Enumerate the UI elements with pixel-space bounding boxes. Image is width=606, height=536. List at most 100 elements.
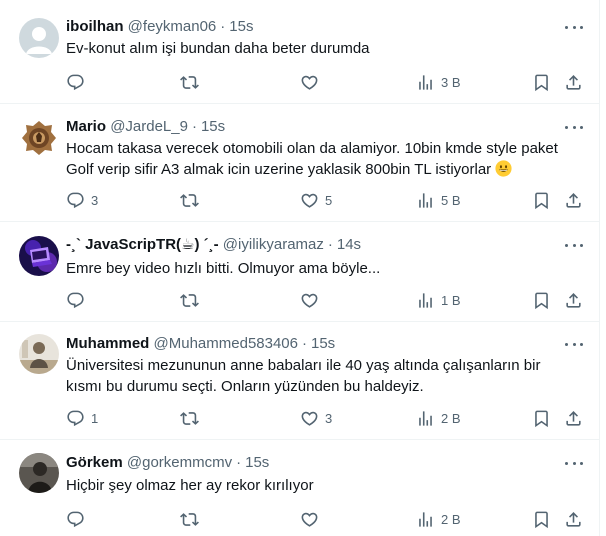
bookmark-icon <box>535 192 548 209</box>
tweet-actions: 1 3 2 B <box>66 406 586 430</box>
share-button[interactable] <box>564 70 583 94</box>
views-button[interactable]: 2 B <box>416 406 461 430</box>
more-options-button[interactable] <box>565 453 583 473</box>
reply-button[interactable]: 3 <box>66 188 98 212</box>
display-name[interactable]: -¸` JavaScripTR(☕) ´¸- <box>66 236 219 253</box>
avatar[interactable] <box>19 236 59 276</box>
retweet-button[interactable] <box>180 188 205 212</box>
tweet[interactable]: Görkem @gorkemmcmv · 15s Hiçbir şey olmaz … <box>0 440 600 536</box>
more-options-button[interactable] <box>565 334 583 354</box>
retweet-button[interactable] <box>180 70 205 94</box>
tweet-text-line: Hocam takasa verecek otomobili olan da a… <box>66 140 558 157</box>
reply-button[interactable] <box>66 70 91 94</box>
avatar[interactable] <box>19 453 59 493</box>
tweet-feed: iboilhan @feykman06 · 15s Ev-konut alım iş… <box>0 0 600 536</box>
dark-photo-avatar-icon <box>19 453 59 493</box>
views-button[interactable]: 3 B <box>416 70 461 94</box>
share-icon <box>566 410 581 426</box>
bookmark-button[interactable] <box>532 188 551 212</box>
tweet-text-line-content: Golf verip sifir A3 almak icin uzerine y… <box>66 161 492 178</box>
like-button[interactable] <box>300 288 325 312</box>
display-name[interactable]: iboilhan <box>66 18 124 35</box>
share-button[interactable] <box>564 507 583 531</box>
tweet-header: iboilhan @feykman06 · 15s <box>66 17 560 37</box>
user-handle[interactable]: @feykman06 <box>128 18 217 35</box>
tweet-header: Mario @JardeL_9 · 15s <box>66 117 560 137</box>
retweet-button[interactable] <box>180 507 205 531</box>
retweet-icon <box>180 411 199 425</box>
timestamp[interactable]: 15s <box>311 335 335 352</box>
bookmark-button[interactable] <box>532 70 551 94</box>
display-name[interactable]: Görkem <box>66 454 123 471</box>
avatar[interactable] <box>19 18 59 58</box>
views-button[interactable]: 1 B <box>416 288 461 312</box>
display-name[interactable]: Muhammed <box>66 335 149 352</box>
reply-button[interactable] <box>66 507 91 531</box>
views-count: 2 B <box>441 511 461 527</box>
more-dot-icon <box>565 342 568 346</box>
more-options-button[interactable] <box>565 117 583 137</box>
separator-dot: · <box>302 335 307 352</box>
tweet[interactable]: Mario @JardeL_9 · 15s Hocam takasa verecek… <box>0 104 600 222</box>
reply-button[interactable]: 1 <box>66 406 98 430</box>
more-dot-icon <box>565 125 568 129</box>
reply-icon <box>67 292 84 308</box>
more-options-button[interactable] <box>565 235 583 255</box>
more-dot-icon <box>565 25 568 29</box>
share-button[interactable] <box>564 288 583 312</box>
tweet-text: Ev-konut alım işi bundan daha beter duru… <box>66 38 576 59</box>
user-handle[interactable]: @JardeL_9 <box>110 118 188 135</box>
heart-icon <box>301 75 318 90</box>
retweet-button[interactable] <box>180 406 205 430</box>
retweet-button[interactable] <box>180 288 205 312</box>
more-dot-icon <box>572 125 576 129</box>
tweet-actions: 3 B <box>66 70 586 94</box>
avatar[interactable] <box>19 334 59 374</box>
display-name[interactable]: Mario <box>66 118 106 135</box>
tweet[interactable]: Muhammed @Muhammed583406 · 15s Üniversites… <box>0 322 600 440</box>
bookmark-button[interactable] <box>532 288 551 312</box>
like-button[interactable] <box>300 70 325 94</box>
share-button[interactable] <box>564 188 583 212</box>
timestamp[interactable]: 14s <box>337 236 361 253</box>
reply-icon <box>67 410 84 426</box>
share-button[interactable] <box>564 406 583 430</box>
reply-icon <box>67 192 84 208</box>
reply-button[interactable] <box>66 288 91 312</box>
tweet-actions: 3 5 5 B <box>66 188 586 212</box>
user-handle[interactable]: @Muhammed583406 <box>154 335 298 352</box>
tweet-text-line: Ev-konut alım işi bundan daha beter duru… <box>66 40 370 57</box>
views-chart-icon <box>419 192 432 208</box>
tweet-actions: 2 B <box>66 507 586 531</box>
more-dot-icon <box>580 461 583 465</box>
heart-icon <box>301 293 318 308</box>
tweet[interactable]: iboilhan @feykman06 · 15s Ev-konut alım iş… <box>0 0 600 104</box>
more-dot-icon <box>572 461 576 465</box>
bookmark-button[interactable] <box>532 507 551 531</box>
tweet-text: Emre bey video hızlı bitti. Olmuyor ama … <box>66 258 576 279</box>
tweet-header: Görkem @gorkemmcmv · 15s <box>66 453 560 473</box>
user-handle[interactable]: @gorkemmcmv <box>127 454 232 471</box>
like-button[interactable]: 3 <box>300 406 332 430</box>
tweet-text-line: Hiçbir şey olmaz her ay rekor kırılıyor <box>66 477 314 494</box>
views-chart-icon <box>419 74 432 90</box>
timestamp[interactable]: 15s <box>201 118 225 135</box>
timestamp[interactable]: 15s <box>245 454 269 471</box>
views-button[interactable]: 2 B <box>416 507 461 531</box>
like-button[interactable] <box>300 507 325 531</box>
tweet-actions: 1 B <box>66 288 586 312</box>
views-button[interactable]: 5 B <box>416 188 461 212</box>
default-avatar-icon <box>19 18 59 58</box>
more-dot-icon <box>565 243 568 247</box>
more-dot-icon <box>572 25 576 29</box>
tweet-text-line: Üniversitesi mezununun anne babaları ile… <box>66 357 541 374</box>
like-button[interactable]: 5 <box>300 188 332 212</box>
avatar[interactable] <box>19 118 59 158</box>
bookmark-button[interactable] <box>532 406 551 430</box>
bookmark-icon <box>535 410 548 427</box>
user-handle[interactable]: @iyilikyaramaz <box>223 236 324 253</box>
timestamp[interactable]: 15s <box>229 18 253 35</box>
tweet[interactable]: -¸` JavaScripTR(☕) ´¸- @iyilikyaramaz · 14… <box>0 222 600 322</box>
tweet-text: Hocam takasa verecek otomobili olan da a… <box>66 138 576 180</box>
more-options-button[interactable] <box>565 17 583 37</box>
